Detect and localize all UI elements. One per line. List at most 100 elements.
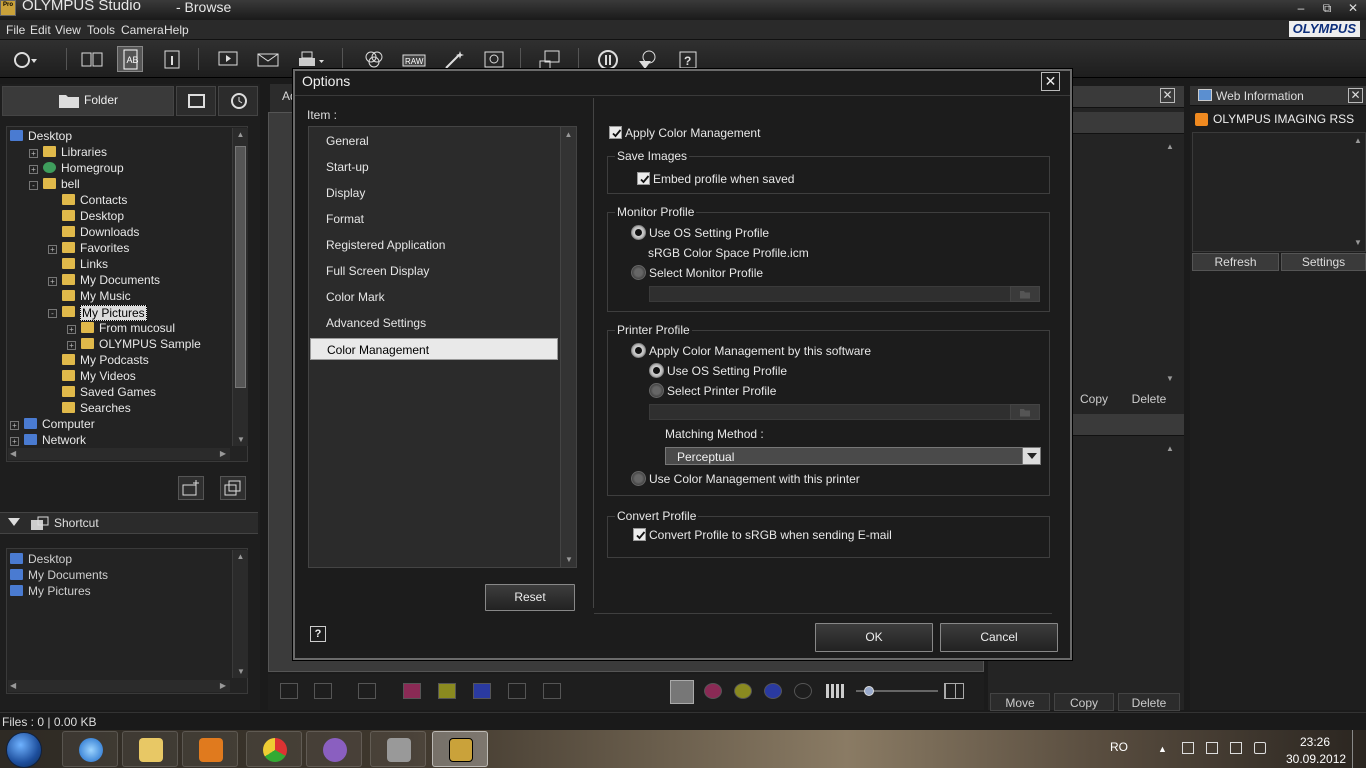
- scroll-left-arrow[interactable]: ◀: [10, 681, 16, 690]
- expand-icon[interactable]: +: [48, 277, 57, 286]
- printer-browse-folder-icon[interactable]: [1010, 404, 1040, 420]
- folder-tree-item[interactable]: + Favorites: [48, 241, 129, 257]
- chevron-down-icon[interactable]: [1022, 448, 1040, 464]
- scroll-left-arrow[interactable]: ◀: [10, 449, 16, 458]
- scroll-down-arrow[interactable]: ▼: [561, 555, 577, 564]
- delete-button[interactable]: Delete: [1118, 390, 1180, 408]
- color-mark-red-icon[interactable]: [403, 683, 421, 699]
- scroll-up-arrow[interactable]: ▲: [233, 130, 248, 139]
- search-red-icon[interactable]: [704, 683, 722, 699]
- expand-icon[interactable]: +: [10, 437, 19, 446]
- rotate-right-icon[interactable]: [314, 683, 332, 699]
- folder-tree-item[interactable]: Saved Games: [48, 385, 156, 401]
- search-yellow-icon[interactable]: [734, 683, 752, 699]
- folder-tree-item[interactable]: - bell: [29, 177, 80, 193]
- printer-apply-software-radio[interactable]: [631, 343, 646, 358]
- scroll-right-arrow[interactable]: ▶: [220, 681, 226, 690]
- shortcut-item[interactable]: Desktop: [10, 552, 72, 568]
- folder-tree-item[interactable]: + OLYMPUS Sample: [67, 337, 201, 353]
- taskbar-explorer[interactable]: [122, 731, 178, 767]
- settings-button[interactable]: Settings: [1281, 253, 1366, 271]
- new-folder-button[interactable]: [178, 476, 204, 500]
- scroll-up-arrow[interactable]: ▲: [1166, 444, 1174, 453]
- scroll-up-arrow[interactable]: ▲: [1166, 142, 1174, 151]
- item-list-scrollbar[interactable]: ▲ ▼: [560, 127, 576, 567]
- scroll-right-arrow[interactable]: ▶: [220, 449, 226, 458]
- shortcut-item[interactable]: My Pictures: [10, 584, 91, 600]
- folder-tree-item[interactable]: Desktop: [10, 129, 72, 145]
- language-indicator[interactable]: RO: [1110, 740, 1128, 754]
- options-item[interactable]: Full Screen Display: [310, 260, 558, 282]
- folder-tree-item[interactable]: + Network: [10, 433, 86, 449]
- shortcut-hscrollbar[interactable]: ◀ ▶: [8, 680, 230, 692]
- clock-time[interactable]: 23:26: [1300, 735, 1330, 749]
- menu-edit[interactable]: Edit: [30, 23, 51, 37]
- import-icon[interactable]: [10, 46, 37, 72]
- tree-scrollbar[interactable]: ▲ ▼: [232, 128, 248, 446]
- expand-icon[interactable]: +: [67, 341, 76, 350]
- scroll-up-arrow[interactable]: ▲: [561, 130, 576, 139]
- slideshow-icon[interactable]: [214, 46, 240, 72]
- taskbar-olympus-studio[interactable]: [432, 731, 488, 767]
- printer-profile-path-field[interactable]: [649, 404, 1011, 420]
- taskbar-tool[interactable]: [370, 731, 426, 767]
- cancel-button[interactable]: Cancel: [940, 623, 1058, 652]
- shortcut-scrollbar[interactable]: ▲ ▼: [232, 550, 248, 678]
- search-blue-icon[interactable]: [764, 683, 782, 699]
- embed-profile-checkbox[interactable]: [637, 172, 650, 185]
- folder-tree-item[interactable]: + Computer: [10, 417, 95, 433]
- tree-hscrollbar[interactable]: ◀ ▶: [8, 448, 230, 460]
- add-to-album-icon[interactable]: [358, 683, 376, 699]
- folder-tree-item[interactable]: + Homegroup: [29, 161, 124, 177]
- taskbar-chrome[interactable]: [246, 731, 302, 767]
- grid-small-icon[interactable]: [826, 684, 846, 698]
- scroll-down-arrow[interactable]: ▼: [233, 667, 249, 676]
- folder-options-button[interactable]: [220, 476, 246, 500]
- menu-help[interactable]: Help: [164, 23, 189, 37]
- options-item[interactable]: Registered Application: [310, 234, 558, 256]
- taskbar-ie[interactable]: [62, 731, 118, 767]
- folder-tree-item[interactable]: + Libraries: [29, 145, 107, 161]
- info-icon[interactable]: [158, 46, 184, 72]
- expand-icon[interactable]: +: [29, 165, 38, 174]
- convert-profile-checkbox[interactable]: [633, 528, 646, 541]
- start-button[interactable]: [6, 732, 42, 768]
- apply-color-management-checkbox[interactable]: [609, 126, 622, 139]
- options-item[interactable]: Format: [310, 208, 558, 230]
- folder-tree-item[interactable]: Contacts: [48, 193, 127, 209]
- color-mark-yellow-icon[interactable]: [438, 683, 456, 699]
- options-item[interactable]: Color Management: [310, 338, 558, 360]
- color-mark-blue-icon[interactable]: [473, 683, 491, 699]
- reset-button[interactable]: Reset: [485, 584, 575, 611]
- show-hidden-icons-icon[interactable]: ▲: [1158, 744, 1167, 754]
- restore-icon[interactable]: ⧉: [1316, 1, 1338, 15]
- options-item[interactable]: Color Mark: [310, 286, 558, 308]
- grid-large-icon[interactable]: [944, 683, 964, 699]
- folder-tree-item[interactable]: Desktop: [48, 209, 124, 225]
- minimize-icon[interactable]: –: [1290, 1, 1312, 15]
- email-icon[interactable]: [254, 46, 280, 72]
- dialog-close-icon[interactable]: ✕: [1041, 72, 1060, 91]
- printer-use-printer-radio[interactable]: [631, 471, 646, 486]
- shortcut-item[interactable]: My Documents: [10, 568, 108, 584]
- scroll-thumb[interactable]: [235, 146, 246, 388]
- scroll-up-arrow[interactable]: ▲: [233, 552, 248, 561]
- expand-icon[interactable]: +: [48, 245, 57, 254]
- folder-tree-item[interactable]: + From mucosul: [67, 321, 175, 337]
- close-icon[interactable]: ✕: [1342, 1, 1364, 15]
- browse-view-icon[interactable]: AB: [117, 46, 143, 72]
- options-item[interactable]: Advanced Settings: [310, 312, 558, 334]
- scroll-up-arrow[interactable]: ▲: [1354, 136, 1362, 145]
- folder-tree-item[interactable]: + My Documents: [48, 273, 160, 289]
- copy-button[interactable]: Copy: [1054, 693, 1114, 711]
- menu-view[interactable]: View: [55, 23, 81, 37]
- action-center-icon[interactable]: [1182, 742, 1194, 754]
- compare-view-icon[interactable]: [78, 46, 104, 72]
- monitor-use-os-radio[interactable]: [631, 225, 646, 240]
- rss-feed-title[interactable]: OLYMPUS IMAGING RSS: [1213, 112, 1354, 126]
- expand-icon[interactable]: +: [10, 421, 19, 430]
- folder-tree-item[interactable]: My Videos: [48, 369, 136, 385]
- move-button[interactable]: Move: [990, 693, 1050, 711]
- battery-icon[interactable]: [1206, 742, 1218, 754]
- taskbar-media[interactable]: [182, 731, 238, 767]
